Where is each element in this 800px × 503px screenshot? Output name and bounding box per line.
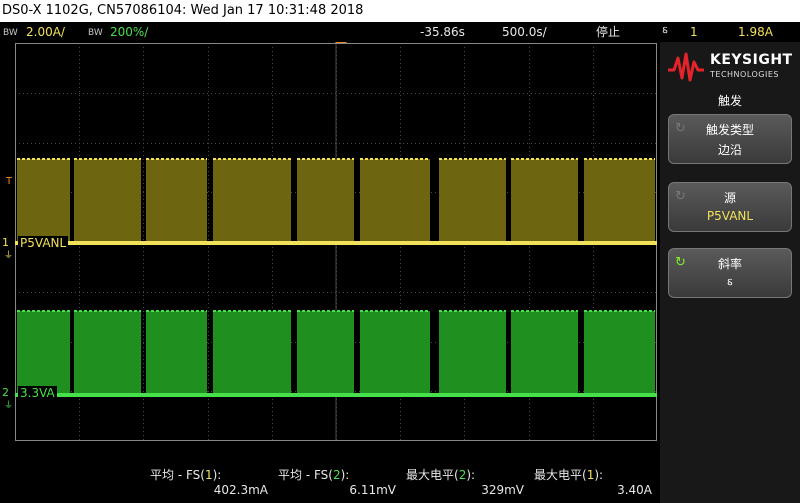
status-bar: BW 2.00A/ BW 200%/ -35.86s 500.0s/ 停止 ⸹ … [0,22,800,42]
waveform-burst [439,311,506,393]
waveform-burst [584,311,655,393]
waveform-burst [297,159,354,241]
waveform-burst [360,311,430,393]
softkey-value: P5VANL [706,209,754,223]
measurement-label: 最大电平( [534,468,587,482]
time-scale[interactable]: 500.0s/ [502,22,547,42]
ch1-label[interactable]: P5VANL [18,236,69,250]
ch1-scale[interactable]: 2.00A/ [26,22,65,42]
measurement-bar: 平均 - FS(1): 402.3mA 平均 - FS(2): 6.11mV 最… [0,462,660,503]
waveform-burst [584,159,655,241]
waveform-burst [439,159,506,241]
waveform-burst [74,159,141,241]
measurement-3[interactable]: 最大电平(2): 329mV [402,462,528,503]
window-title: DS0-X 1102G, CN57086104: Wed Jan 17 10:3… [0,0,800,22]
ch2-ground-icon: ⏚ [4,401,14,411]
waveform-burst [297,311,354,393]
ch1-bw-badge: BW [3,28,18,38]
ch1-ground-icon: ⏚ [4,251,14,261]
measurement-value: 6.11mV [349,483,396,497]
measurement-value: 402.3mA [213,483,268,497]
waveform-burst [17,159,70,241]
waveform-baseline [15,393,657,397]
waveform-burst [146,311,207,393]
measurement-2[interactable]: 平均 - FS(2): 6.11mV [274,462,400,503]
waveform-burst [213,311,291,393]
measurement-suffix: ): [340,468,350,482]
measurement-label: 平均 - FS( [150,468,205,482]
waveform-burst [74,311,141,393]
menu-title: 触发 [717,94,742,108]
measurement-value: 329mV [481,483,524,497]
measurement-suffix: ): [212,468,222,482]
waveform-burst [511,159,578,241]
softkey-label: 触发类型 [705,123,754,137]
softkey-source[interactable]: ↻ 源 P5VANL [668,182,792,232]
waveform-burst [213,159,291,241]
ch2-scale[interactable]: 200%/ [110,22,148,42]
softkey-value: ⸹ [726,277,734,291]
ch2-bw-badge: BW [88,28,103,38]
measurement-label: 最大电平( [406,468,459,482]
measurement-channel: 1 [204,468,213,482]
measurement-4[interactable]: 最大电平(1): 3.40A [530,462,656,503]
time-offset[interactable]: -35.86s [420,22,465,42]
trigger-channel: 1 [690,25,698,39]
measurement-channel: 2 [332,468,341,482]
waveform-burst [511,311,578,393]
softkey-value: 边沿 [717,143,742,157]
trigger-level-marker[interactable]: T [6,176,12,187]
waveform-burst [17,311,70,393]
run-state: 停止 [596,25,621,39]
waveform-burst [360,159,430,241]
measurement-value: 3.40A [617,483,652,497]
softkey-label: 斜率 [717,257,742,271]
trigger-slope-icon: ⸹ [662,25,669,39]
keysight-logo: KEYSIGHT TECHNOLOGIES [668,48,796,88]
waveform-baseline [15,241,657,245]
softkey-label: 源 [723,191,736,205]
brand-name: KEYSIGHT [710,52,793,68]
waveform-burst [146,159,207,241]
measurement-1[interactable]: 平均 - FS(1): 402.3mA [146,462,272,503]
softkey-slope[interactable]: ↻ 斜率 ⸹ [668,248,792,298]
keysight-wave-icon [668,52,704,82]
measurement-suffix: ): [466,468,476,482]
ch1-waveform [15,158,657,245]
measurement-label: 平均 - FS( [278,468,333,482]
ch2-label[interactable]: 3.3VA [18,386,57,400]
brand-sub: TECHNOLOGIES [710,70,779,79]
waveform-display[interactable] [15,43,657,441]
graticule [15,43,657,441]
softkey-sidebar: KEYSIGHT TECHNOLOGIES 触发 ↻ 触发类型 边沿 ↻ 源 P… [660,42,800,503]
ch2-waveform [15,310,657,397]
softkey-trigger-type[interactable]: ↻ 触发类型 边沿 [668,114,792,164]
measurement-suffix: ): [594,468,604,482]
trigger-level[interactable]: 1.98A [738,22,773,42]
